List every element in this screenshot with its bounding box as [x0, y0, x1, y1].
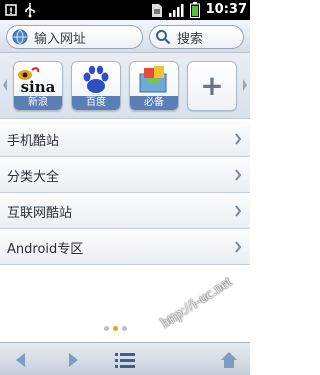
chevron-right-icon	[235, 241, 242, 253]
page-dot	[104, 326, 109, 331]
status-right-icons: 10:37	[149, 1, 247, 19]
quick-link-baidu[interactable]: 百度	[71, 61, 121, 111]
chevron-right-icon	[235, 169, 242, 181]
quick-links: sina 新浪 百度 必备 +	[0, 53, 250, 119]
forward-button[interactable]	[58, 346, 88, 373]
bottom-toolbar	[0, 342, 250, 375]
globe-icon	[11, 28, 29, 46]
forward-icon	[69, 352, 78, 367]
quick-link-label: 必备	[130, 96, 178, 110]
page-dot	[122, 326, 127, 331]
list-item-android-zone[interactable]: Android专区	[0, 229, 250, 265]
status-bar: ! 10:37	[0, 0, 250, 20]
chevron-right-icon	[235, 205, 242, 217]
baidu-paw-icon	[72, 62, 120, 97]
quick-link-label: 百度	[72, 96, 120, 110]
quick-link-sina[interactable]: sina 新浪	[13, 61, 63, 111]
sim-icon	[149, 2, 165, 18]
list-item-label: 分类大全	[7, 170, 60, 185]
back-button[interactable]	[6, 346, 36, 373]
search-icon	[154, 28, 172, 46]
sina-logo-text: sina	[21, 78, 56, 96]
plus-icon: +	[200, 69, 224, 102]
menu-icon	[115, 352, 135, 368]
list-item-label: 手机酷站	[7, 134, 60, 149]
home-icon	[221, 351, 237, 368]
signal-icon	[168, 2, 184, 18]
battery-icon	[187, 2, 203, 18]
page-dot-active	[113, 326, 118, 331]
url-placeholder: 输入网址	[34, 31, 87, 47]
list-item-mobile-sites[interactable]: 手机酷站	[0, 121, 250, 157]
essentials-box-icon	[130, 62, 178, 97]
quick-link-essentials[interactable]: 必备	[129, 61, 179, 111]
search-input[interactable]: 搜索	[149, 25, 244, 49]
search-placeholder: 搜索	[177, 31, 204, 47]
list-item-label: 互联网酷站	[7, 206, 73, 221]
quick-link-label: 新浪	[14, 96, 62, 110]
sina-logo-icon: sina	[14, 62, 62, 97]
usb-icon	[22, 2, 38, 18]
list-item-categories[interactable]: 分类大全	[0, 157, 250, 193]
chevron-right-icon	[235, 133, 242, 145]
add-quick-link-button[interactable]: +	[187, 61, 237, 111]
svg-text:!: !	[9, 7, 13, 17]
url-input[interactable]: 输入网址	[6, 25, 143, 49]
scroll-right-icon[interactable]	[241, 75, 249, 95]
list-item-internet-sites[interactable]: 互联网酷站	[0, 193, 250, 229]
nav-list: 手机酷站 分类大全 互联网酷站 Android专区	[0, 121, 250, 265]
page-indicator	[104, 326, 127, 331]
clock: 10:37	[205, 2, 247, 17]
address-bar: 输入网址 搜索	[0, 20, 250, 53]
watermark: http://i-uc.net	[158, 273, 235, 332]
list-item-label: Android专区	[7, 242, 84, 257]
back-icon	[16, 352, 25, 367]
home-button[interactable]	[214, 346, 244, 373]
menu-button[interactable]	[110, 346, 140, 373]
scroll-left-icon[interactable]	[1, 75, 9, 95]
phone-alert-icon: !	[3, 2, 19, 18]
status-left-icons: !	[3, 2, 38, 18]
